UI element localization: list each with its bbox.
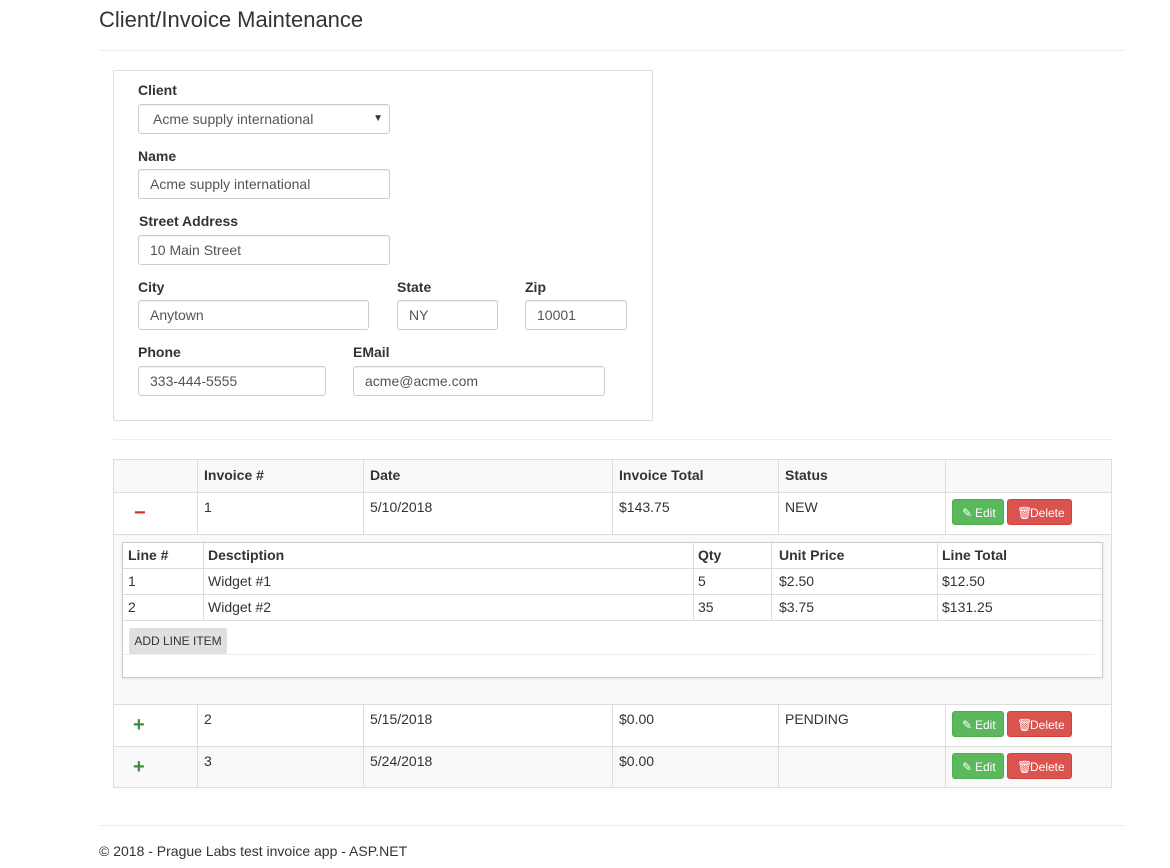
column-border: [945, 704, 946, 787]
line-number: 2: [128, 599, 136, 615]
trash-icon: 🗑: [1017, 760, 1033, 774]
header-line-number: Line #: [128, 547, 169, 563]
invoice-status: NEW: [785, 499, 818, 515]
client-label: Client: [138, 82, 177, 98]
delete-label: Delete: [1030, 718, 1065, 732]
name-label: Name: [138, 148, 177, 164]
invoice-table: Invoice # Date Invoice Total Status − 1 …: [113, 459, 1112, 788]
row-border: [123, 620, 1102, 621]
add-line-item-button[interactable]: ADD LINE ITEM: [129, 628, 227, 654]
invoice-number: 2: [204, 711, 212, 727]
client-form-panel: Client Acme supply international ▼ Name …: [113, 70, 653, 421]
line-items-table: Line # Desctiption Qty Unit Price Line T…: [122, 542, 1103, 678]
invoice-status: PENDING: [785, 711, 849, 727]
column-border: [778, 460, 779, 534]
zip-input[interactable]: 10001: [525, 300, 627, 330]
invoice-total: $0.00: [619, 753, 655, 769]
zip-label: Zip: [525, 279, 546, 295]
trash-icon: 🗑: [1017, 718, 1033, 732]
line-description: Widget #2: [208, 599, 272, 615]
line-number: 1: [128, 573, 136, 589]
line-unit-price: $3.75: [779, 599, 815, 615]
header-status: Status: [785, 467, 828, 483]
delete-button[interactable]: 🗑Delete: [1007, 711, 1072, 737]
trash-icon: 🗑: [1017, 506, 1033, 520]
invoice-number: 3: [204, 753, 212, 769]
city-input[interactable]: Anytown: [138, 300, 369, 330]
column-border: [363, 704, 364, 787]
plus-icon[interactable]: +: [133, 757, 145, 777]
delete-button[interactable]: 🗑Delete: [1007, 753, 1072, 779]
edit-button[interactable]: ✎ Edit: [952, 753, 1004, 779]
invoice-date: 5/10/2018: [370, 499, 433, 515]
column-border: [197, 704, 198, 787]
header-line-total: Line Total: [942, 547, 1008, 563]
email-label: EMail: [353, 344, 390, 360]
street-label: Street Address: [139, 213, 239, 229]
minus-icon[interactable]: −: [134, 503, 146, 523]
edit-button[interactable]: ✎ Edit: [952, 499, 1004, 525]
row-border: [114, 534, 1111, 535]
header-qty: Qty: [698, 547, 722, 563]
column-border: [771, 543, 772, 620]
divider: [99, 825, 1125, 826]
caret-down-icon: ▼: [373, 113, 383, 124]
edit-label: Edit: [975, 760, 996, 774]
invoice-total: $143.75: [619, 499, 670, 515]
column-border: [612, 460, 613, 534]
phone-input[interactable]: 333-444-5555: [138, 366, 326, 396]
invoice-date: 5/24/2018: [370, 753, 433, 769]
name-input[interactable]: Acme supply international: [138, 169, 390, 199]
row-border: [123, 594, 1102, 595]
line-total: $12.50: [942, 573, 985, 589]
email-input[interactable]: acme@acme.com: [353, 366, 605, 396]
line-description: Widget #1: [208, 573, 272, 589]
phone-label: Phone: [138, 344, 181, 360]
header-invoice-number: Invoice #: [204, 467, 264, 483]
delete-label: Delete: [1030, 760, 1065, 774]
line-total: $131.25: [942, 599, 993, 615]
row-border: [123, 568, 1102, 569]
divider: [113, 439, 1112, 440]
footer-text: © 2018 - Prague Labs test invoice app - …: [99, 843, 408, 859]
column-border: [363, 460, 364, 534]
plus-icon[interactable]: +: [133, 715, 145, 735]
edit-label: Edit: [975, 718, 996, 732]
street-input[interactable]: 10 Main Street: [138, 235, 390, 265]
header-description: Desctiption: [208, 547, 285, 563]
pencil-icon: ✎: [962, 760, 973, 774]
divider: [99, 50, 1125, 51]
invoice-total: $0.00: [619, 711, 655, 727]
line-unit-price: $2.50: [779, 573, 815, 589]
line-qty: 35: [698, 599, 714, 615]
city-label: City: [138, 279, 165, 295]
invoice-number: 1: [204, 499, 212, 515]
client-select-value: Acme supply international: [153, 111, 314, 127]
pencil-icon: ✎: [962, 506, 973, 520]
line-qty: 5: [698, 573, 706, 589]
header-invoice-total: Invoice Total: [619, 467, 704, 483]
delete-label: Delete: [1030, 506, 1065, 520]
column-border: [945, 460, 946, 534]
pencil-icon: ✎: [962, 718, 973, 732]
client-select[interactable]: Acme supply international ▼: [138, 104, 390, 134]
edit-button[interactable]: ✎ Edit: [952, 711, 1004, 737]
column-border: [612, 704, 613, 787]
column-border: [203, 543, 204, 620]
column-border: [197, 460, 198, 534]
column-border: [778, 704, 779, 787]
column-border: [937, 543, 938, 620]
state-label: State: [397, 279, 432, 295]
page-title: Client/Invoice Maintenance: [99, 7, 364, 32]
column-border: [693, 543, 694, 620]
header-date: Date: [370, 467, 401, 483]
invoice-date: 5/15/2018: [370, 711, 433, 727]
state-input[interactable]: NY: [397, 300, 498, 330]
delete-button[interactable]: 🗑Delete: [1007, 499, 1072, 525]
header-unit-price: Unit Price: [779, 547, 845, 563]
row-border: [123, 654, 1095, 655]
edit-label: Edit: [975, 506, 996, 520]
